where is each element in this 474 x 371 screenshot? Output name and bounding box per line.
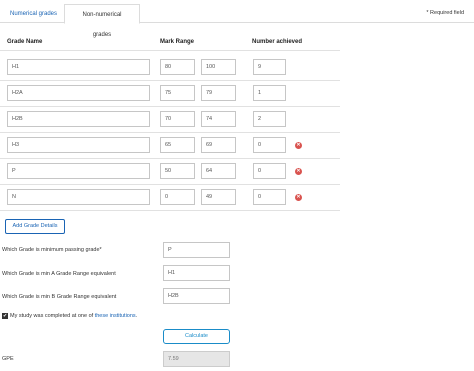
min-b-grade-input[interactable]: H2B: [163, 288, 230, 304]
number-achieved-input[interactable]: 0: [253, 163, 286, 179]
mark-min-input[interactable]: 65: [160, 137, 195, 153]
header-divider: [0, 50, 340, 51]
min-passing-grade-label: Which Grade is minimum passing grade*: [2, 247, 102, 253]
number-achieved-input[interactable]: 0: [253, 137, 286, 153]
mark-max-input[interactable]: 64: [201, 163, 236, 179]
number-achieved-input[interactable]: 0: [253, 189, 286, 205]
tab-non-numerical-grades[interactable]: Non-numerical grades: [64, 4, 140, 38]
institution-statement: My study was completed at one of these i…: [10, 313, 137, 319]
gpe-label: GPE: [2, 356, 14, 362]
tab-numerical-grades[interactable]: Numerical grades: [2, 4, 65, 24]
min-a-grade-input[interactable]: H1: [163, 265, 230, 281]
mark-max-input[interactable]: 74: [201, 111, 236, 127]
grade-name-input[interactable]: P: [7, 163, 150, 179]
institution-text: My study was completed at one of: [10, 313, 95, 319]
grade-name-input[interactable]: H2A: [7, 85, 150, 101]
mark-max-input[interactable]: 69: [201, 137, 236, 153]
min-b-grade-label: Which Grade is min B Grade Range equival…: [2, 294, 117, 300]
row-divider: [0, 210, 340, 211]
mark-min-input[interactable]: 0: [160, 189, 195, 205]
check-icon: ✔: [3, 313, 8, 319]
mark-max-input[interactable]: 79: [201, 85, 236, 101]
calculate-button[interactable]: Calculate: [163, 329, 230, 344]
row-divider: [0, 106, 340, 107]
mark-min-input[interactable]: 50: [160, 163, 195, 179]
add-grade-details-button[interactable]: Add Grade Details: [5, 219, 65, 234]
min-a-grade-label: Which Grade is min A Grade Range equival…: [2, 271, 116, 277]
header-number-achieved: Number achieved: [252, 39, 303, 45]
mark-max-input[interactable]: 49: [201, 189, 236, 205]
remove-icon[interactable]: ✕: [295, 194, 302, 201]
grade-name-input[interactable]: H2B: [7, 111, 150, 127]
gpe-value: 7.59: [163, 351, 230, 367]
remove-icon[interactable]: ✕: [295, 168, 302, 175]
mark-min-input[interactable]: 75: [160, 85, 195, 101]
institution-checkbox[interactable]: ✔: [2, 313, 8, 319]
number-achieved-input[interactable]: 2: [253, 111, 286, 127]
min-passing-grade-input[interactable]: P: [163, 242, 230, 258]
row-divider: [0, 158, 340, 159]
institutions-link[interactable]: these institutions: [95, 313, 136, 319]
grade-name-input[interactable]: H3: [7, 137, 150, 153]
number-achieved-input[interactable]: 1: [253, 85, 286, 101]
remove-icon[interactable]: ✕: [295, 142, 302, 149]
grade-name-input[interactable]: H1: [7, 59, 150, 75]
row-divider: [0, 184, 340, 185]
row-divider: [0, 132, 340, 133]
row-divider: [0, 80, 340, 81]
mark-max-input[interactable]: 100: [201, 59, 236, 75]
institution-suffix: .: [135, 313, 138, 319]
mark-min-input[interactable]: 70: [160, 111, 195, 127]
header-grade-name: Grade Name: [7, 39, 43, 45]
number-achieved-input[interactable]: 9: [253, 59, 286, 75]
required-field-note: * Required field: [426, 10, 464, 16]
grade-name-input[interactable]: N: [7, 189, 150, 205]
header-mark-range: Mark Range: [160, 39, 195, 45]
tabs-bar: Numerical grades Non-numerical grades * …: [0, 0, 474, 38]
mark-min-input[interactable]: 80: [160, 59, 195, 75]
